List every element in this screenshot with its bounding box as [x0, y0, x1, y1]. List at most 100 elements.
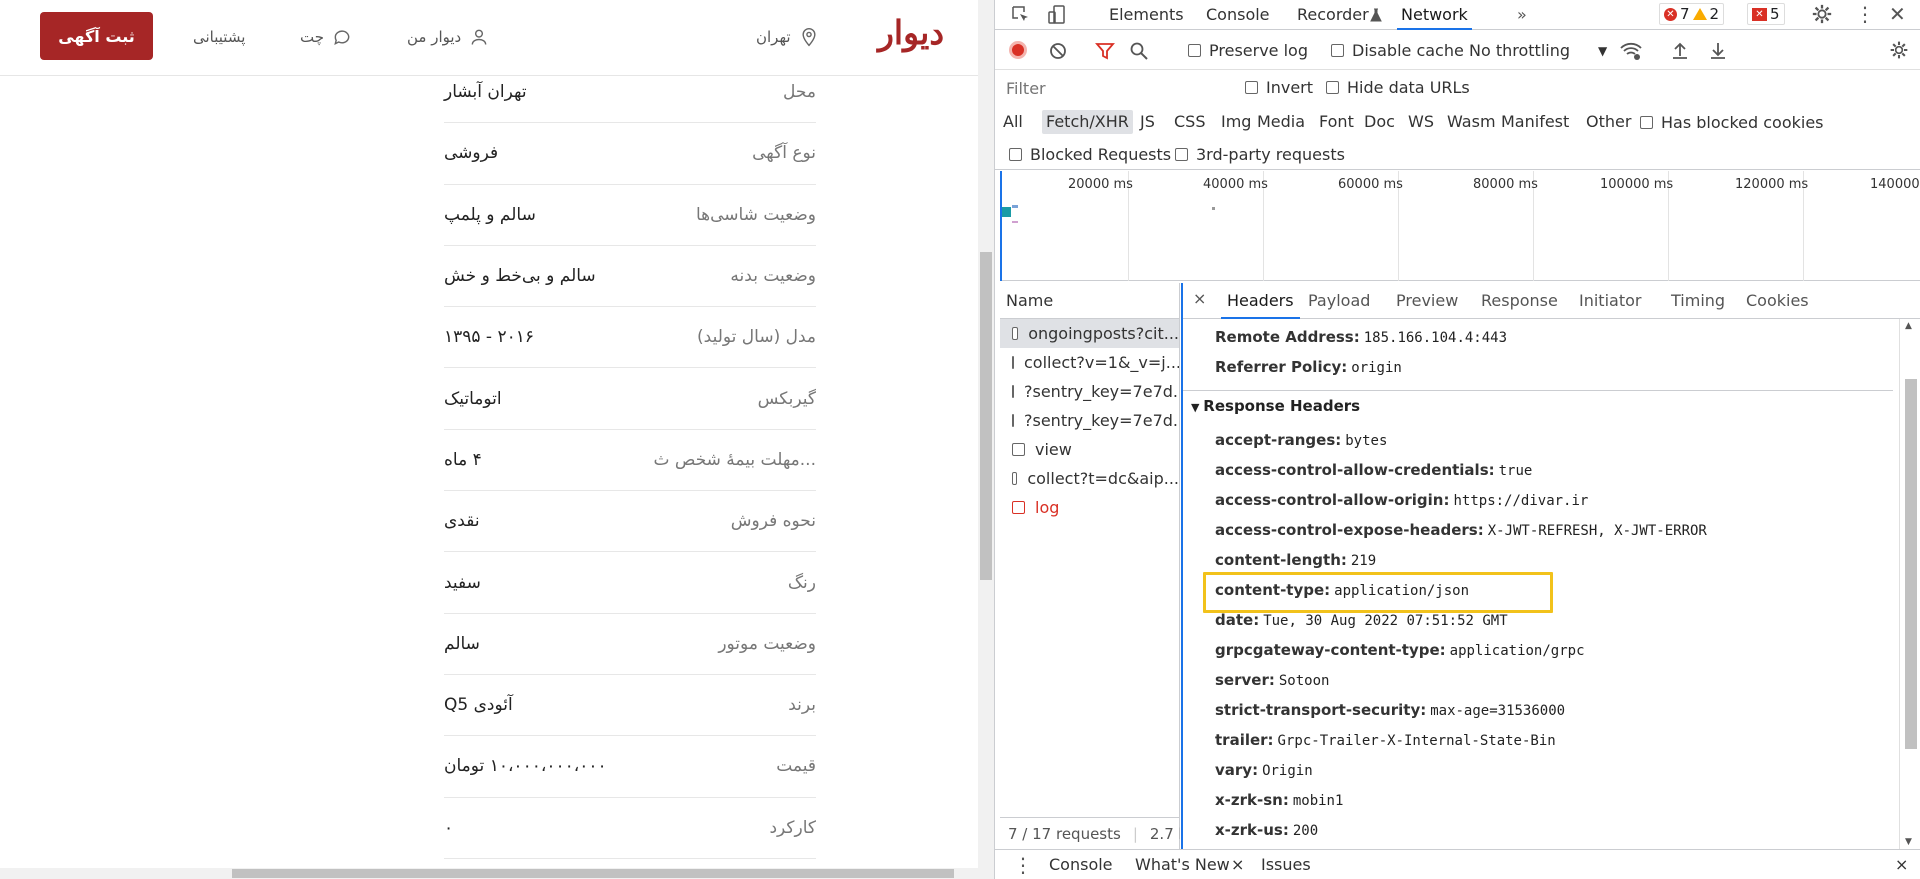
request-name: log: [1035, 498, 1060, 517]
network-settings-gear-icon[interactable]: [1889, 40, 1909, 60]
request-row-error[interactable]: log: [1000, 493, 1179, 522]
issues-badge[interactable]: ✕ 5: [1747, 3, 1785, 25]
resource-type-filters: All Fetch/XHR JS CSS Img Media Font Doc …: [995, 106, 1920, 138]
filter-doc[interactable]: Doc: [1360, 110, 1399, 134]
settings-gear-icon[interactable]: [1811, 3, 1833, 25]
filter-fetch-xhr[interactable]: Fetch/XHR: [1042, 110, 1133, 134]
scroll-down-arrow-icon[interactable]: ▼: [1905, 837, 1912, 847]
tab-payload[interactable]: Payload: [1308, 283, 1370, 319]
request-row[interactable]: ongoingposts?cit...: [1000, 319, 1179, 348]
filter-all[interactable]: All: [999, 110, 1027, 134]
clear-icon[interactable]: [1049, 42, 1067, 60]
support-link[interactable]: پشتیبانی: [193, 24, 245, 50]
page-horizontal-scrollbar[interactable]: [0, 868, 994, 879]
header-value: https://divar.ir: [1453, 493, 1589, 509]
tab-cookies[interactable]: Cookies: [1746, 283, 1809, 319]
post-ad-button[interactable]: ثبت آگهی: [40, 12, 153, 60]
request-type-icon: [1012, 414, 1014, 427]
my-divar-link[interactable]: دیوار من: [407, 24, 489, 50]
filter-media[interactable]: Media: [1253, 110, 1309, 134]
more-options-kebab-icon[interactable]: ⋮: [1855, 0, 1875, 28]
request-name: view: [1035, 440, 1072, 459]
drawer-tab-console[interactable]: Console: [1049, 850, 1113, 879]
tab-network[interactable]: Network: [1397, 0, 1472, 30]
filter-css[interactable]: CSS: [1170, 110, 1209, 134]
city-selector[interactable]: تهران: [756, 24, 819, 50]
blocked-requests-checkbox[interactable]: Blocked Requests: [1009, 145, 1171, 164]
detail-row: کارکرد ۰: [444, 798, 816, 859]
page-vertical-scrollbar[interactable]: [978, 0, 994, 868]
filter-ws[interactable]: WS: [1404, 110, 1438, 134]
checkbox-box[interactable]: [1245, 81, 1258, 94]
checkbox-box[interactable]: [1188, 44, 1201, 57]
inspect-element-icon[interactable]: [1011, 5, 1031, 25]
filter-wasm[interactable]: Wasm: [1443, 110, 1500, 134]
tab-initiator[interactable]: Initiator: [1579, 283, 1641, 319]
detail-value: ۲۰۱۶ - ۱۳۹۵: [444, 327, 535, 348]
request-row[interactable]: collect?v=1&_v=j...: [1000, 348, 1179, 377]
tab-recorder[interactable]: Recorder: [1297, 0, 1369, 30]
invert-checkbox[interactable]: Invert: [1245, 78, 1313, 97]
tab-preview[interactable]: Preview: [1396, 283, 1458, 319]
invert-label: Invert: [1266, 78, 1314, 97]
scroll-up-arrow-icon[interactable]: ▲: [1905, 321, 1912, 331]
search-icon[interactable]: [1129, 41, 1149, 61]
request-row[interactable]: collect?t=dc&aip...: [1000, 464, 1179, 493]
chat-link[interactable]: چت: [300, 24, 352, 50]
filter-other[interactable]: Other: [1582, 110, 1635, 134]
filter-input[interactable]: [1003, 76, 1223, 100]
response-headers-toggle[interactable]: ▼ Response Headers: [1191, 397, 1360, 415]
filter-img[interactable]: Img: [1217, 110, 1255, 134]
close-detail-icon[interactable]: ×: [1193, 289, 1206, 308]
error-count-badge[interactable]: ✕ 7 2: [1659, 3, 1725, 25]
network-overview-timeline[interactable]: 20000 ms 40000 ms 60000 ms 80000 ms 1000…: [1000, 171, 1920, 281]
import-har-icon[interactable]: [1671, 41, 1689, 59]
detail-label: وضعیت موتور: [718, 633, 816, 654]
header-key: x-zrk-us:: [1215, 821, 1289, 839]
detail-scroll-thumb[interactable]: [1905, 379, 1917, 749]
tab-timing[interactable]: Timing: [1671, 283, 1725, 319]
drawer-tab-issues[interactable]: Issues: [1261, 850, 1311, 879]
disable-cache-checkbox[interactable]: Disable cache: [1331, 41, 1464, 60]
request-row[interactable]: ?sentry_key=7e7d...: [1000, 406, 1179, 435]
name-column-header[interactable]: Name: [1000, 283, 1179, 319]
tab-console[interactable]: Console: [1206, 0, 1270, 30]
request-row[interactable]: ?sentry_key=7e7d...: [1000, 377, 1179, 406]
page-scroll-thumb[interactable]: [980, 252, 992, 580]
preserve-log-label: Preserve log: [1209, 41, 1308, 60]
request-row[interactable]: view: [1000, 435, 1179, 464]
close-drawer-icon[interactable]: ×: [1895, 850, 1908, 879]
checkbox-box[interactable]: [1009, 148, 1022, 161]
export-har-icon[interactable]: [1709, 41, 1727, 59]
detail-vertical-scrollbar[interactable]: ▲ ▼: [1899, 319, 1920, 849]
tab-elements[interactable]: Elements: [1109, 0, 1184, 30]
filter-icon[interactable]: [1095, 41, 1115, 61]
device-toolbar-icon[interactable]: [1047, 4, 1069, 26]
filter-font[interactable]: Font: [1315, 110, 1358, 134]
tab-headers[interactable]: Headers: [1221, 283, 1300, 319]
drawer-menu-kebab-icon[interactable]: ⋮: [1013, 850, 1033, 879]
my-divar-label: دیوار من: [407, 28, 462, 46]
checkbox-box[interactable]: [1331, 44, 1344, 57]
throttling-select[interactable]: No throttling ▼: [1469, 41, 1607, 60]
filter-js[interactable]: JS: [1136, 110, 1159, 134]
tab-response[interactable]: Response: [1481, 283, 1558, 319]
request-type-icon: [1012, 385, 1014, 398]
checkbox-box[interactable]: [1640, 116, 1653, 129]
checkbox-box[interactable]: [1326, 81, 1339, 94]
close-devtools-icon[interactable]: ✕: [1889, 0, 1906, 28]
drawer-tab-whats-new[interactable]: What's New: [1135, 850, 1230, 879]
network-conditions-icon[interactable]: [1619, 40, 1643, 62]
filter-manifest[interactable]: Manifest: [1497, 110, 1573, 134]
record-icon[interactable]: [1009, 41, 1027, 59]
page-hscroll-thumb[interactable]: [232, 869, 954, 878]
third-party-checkbox[interactable]: 3rd-party requests: [1175, 145, 1345, 164]
divar-logo[interactable]: دیوار: [878, 13, 944, 52]
checkbox-box[interactable]: [1175, 148, 1188, 161]
hide-data-urls-checkbox[interactable]: Hide data URLs: [1326, 78, 1470, 97]
header-key: access-control-allow-credentials:: [1215, 461, 1495, 479]
has-blocked-cookies-checkbox[interactable]: Has blocked cookies: [1640, 113, 1824, 132]
more-tabs-chevron-icon[interactable]: »: [1517, 0, 1527, 30]
preserve-log-checkbox[interactable]: Preserve log: [1188, 41, 1308, 60]
close-whats-new-icon[interactable]: ×: [1231, 850, 1244, 879]
